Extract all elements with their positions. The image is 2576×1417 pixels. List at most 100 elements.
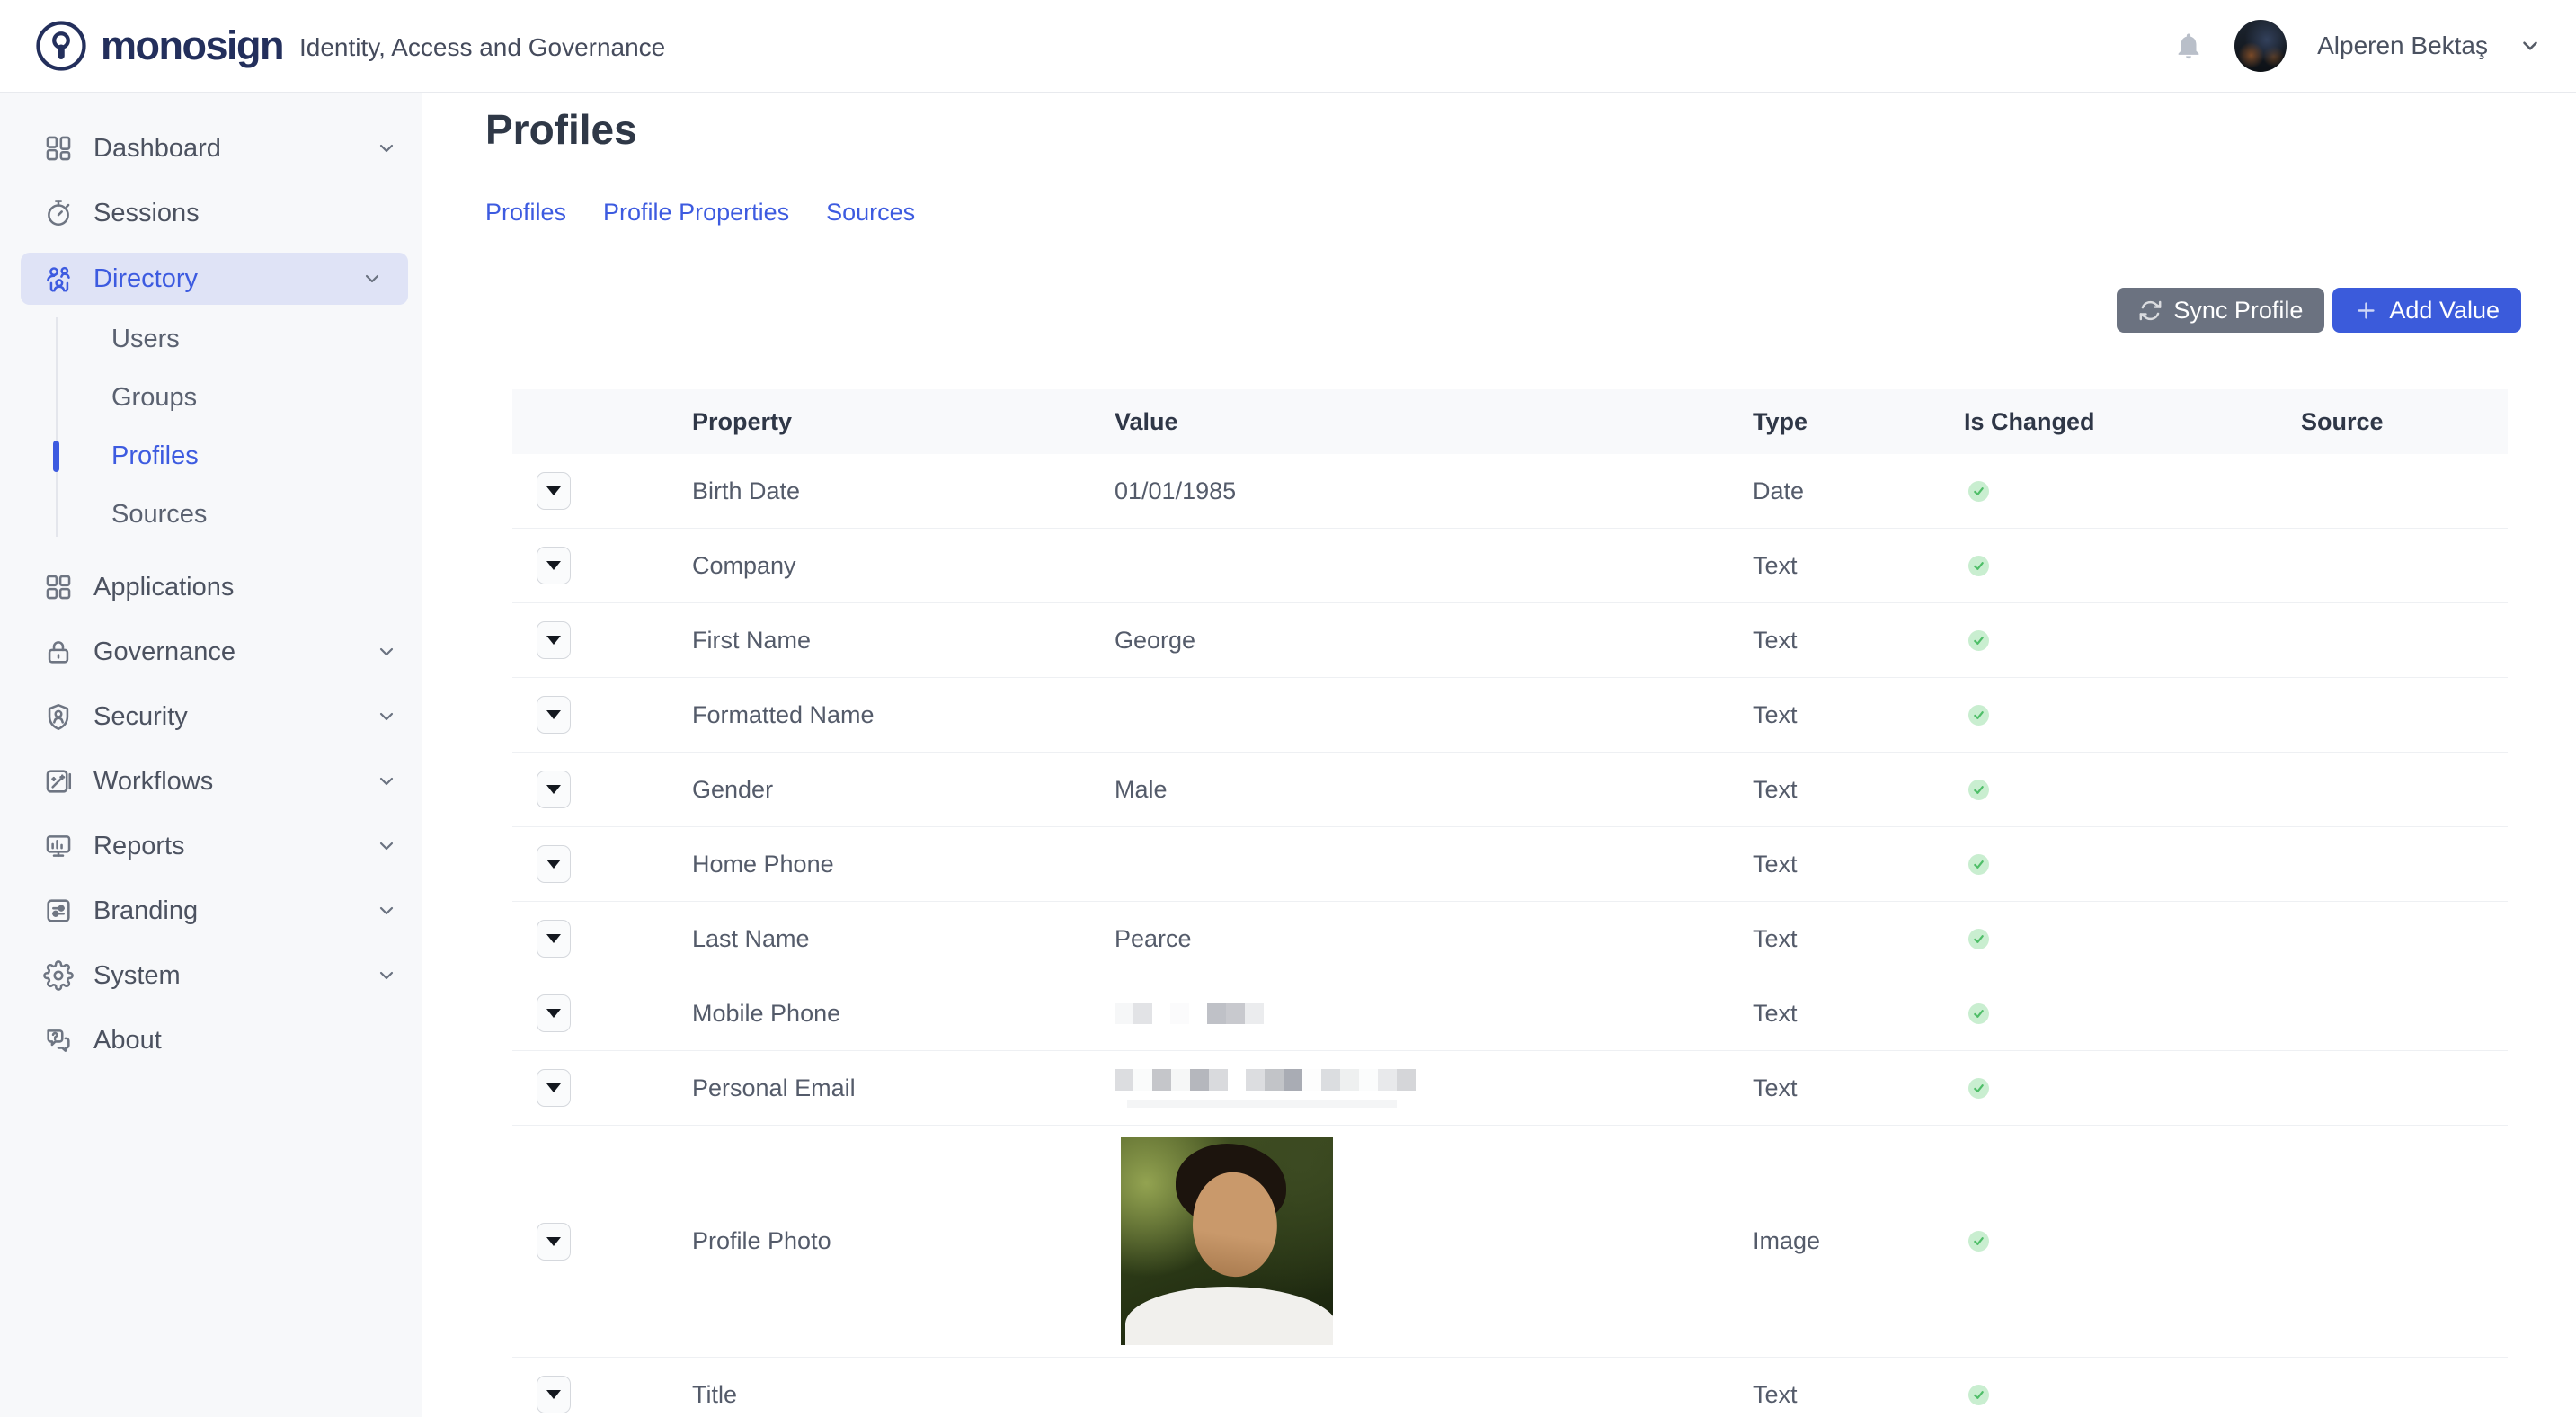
is-changed-cell	[1964, 1003, 2301, 1024]
is-changed-cell	[1964, 556, 2301, 576]
sidebar-item-workflows[interactable]: Workflows	[0, 749, 422, 814]
table-header: Property Value Type Is Changed Source	[512, 389, 2508, 454]
user-name[interactable]: Alperen Bektaş	[2317, 31, 2488, 60]
sidebar-item-label: Governance	[93, 637, 235, 667]
profile-properties-table: Property Value Type Is Changed Source Bi…	[512, 389, 2508, 1417]
check-icon	[1968, 1003, 1989, 1024]
row-expand-button[interactable]	[537, 994, 571, 1032]
caret-down-icon	[546, 785, 561, 794]
value-cell	[1115, 1069, 1753, 1108]
caret-down-icon	[546, 1083, 561, 1092]
sidebar-item-users[interactable]: Users	[0, 310, 422, 369]
sidebar-item-applications[interactable]: Applications	[0, 555, 422, 619]
sidebar-item-reports[interactable]: Reports	[0, 814, 422, 878]
caret-down-icon	[546, 486, 561, 495]
chevron-down-icon	[376, 771, 397, 792]
property-cell: Personal Email	[692, 1074, 1115, 1102]
topbar: monosign Identity, Access and Governance…	[0, 0, 2576, 93]
sidebar-item-groups[interactable]: Groups	[0, 369, 422, 427]
is-changed-cell	[1964, 630, 2301, 651]
value-cell: 01/01/1985	[1115, 477, 1753, 505]
sidebar-item-dashboard[interactable]: Dashboard	[0, 116, 422, 181]
chevron-down-icon	[376, 641, 397, 663]
row-expand-button[interactable]	[537, 920, 571, 958]
row-expand-button[interactable]	[537, 472, 571, 510]
sync-icon	[2138, 299, 2163, 323]
tab-bar: Profiles Profile Properties Sources	[485, 199, 2521, 254]
type-cell: Text	[1753, 627, 1964, 655]
user-avatar[interactable]	[2234, 20, 2287, 72]
sub-item-label: Profiles	[111, 441, 199, 471]
profile-photo	[1121, 1137, 1333, 1345]
row-expand-button[interactable]	[537, 1376, 571, 1413]
check-icon	[1968, 556, 1989, 576]
sidebar-item-governance[interactable]: Governance	[0, 619, 422, 684]
header-source: Source	[2301, 408, 2508, 436]
sidebar-item-directory[interactable]: Directory	[21, 253, 408, 305]
type-cell: Date	[1753, 477, 1964, 505]
brand-name: monosign	[101, 22, 283, 69]
table-row: Mobile Phone Text	[512, 976, 2508, 1051]
app-grid-icon	[43, 572, 74, 602]
sidebar-item-security[interactable]: Security	[0, 684, 422, 749]
tab-profile-properties[interactable]: Profile Properties	[603, 199, 789, 227]
table-row: Last Name Pearce Text	[512, 902, 2508, 976]
check-icon	[1968, 854, 1989, 875]
sidebar-item-label: Reports	[93, 832, 185, 861]
table-row: Formatted Name Text	[512, 678, 2508, 753]
users-group-icon	[43, 263, 74, 294]
notifications-bell-icon[interactable]	[2173, 29, 2204, 63]
row-expand-button[interactable]	[537, 771, 571, 808]
property-cell: First Name	[692, 627, 1115, 655]
tab-sources[interactable]: Sources	[826, 199, 915, 227]
directory-submenu: Users Groups Profiles Sources	[0, 310, 422, 544]
chevron-down-icon	[376, 900, 397, 922]
row-expand-button[interactable]	[537, 696, 571, 734]
sidebar-item-label: Security	[93, 702, 188, 732]
redacted-value	[1115, 1003, 1264, 1024]
table-row: First Name George Text	[512, 603, 2508, 678]
property-cell: Last Name	[692, 925, 1115, 953]
value-cell: Pearce	[1115, 925, 1753, 953]
sidebar-item-sessions[interactable]: Sessions	[0, 181, 422, 245]
redacted-value	[1115, 1069, 1416, 1091]
value-cell	[1115, 1137, 1753, 1345]
tab-profiles[interactable]: Profiles	[485, 199, 566, 227]
sidebar-item-about[interactable]: About	[0, 1008, 422, 1073]
sidebar-item-label: Directory	[93, 264, 198, 294]
sidebar-item-system[interactable]: System	[0, 943, 422, 1008]
sidebar-item-label: Workflows	[93, 767, 213, 797]
gear-icon	[43, 960, 74, 991]
row-expand-button[interactable]	[537, 621, 571, 659]
sync-profile-label: Sync Profile	[2173, 297, 2303, 325]
sidebar-item-profiles[interactable]: Profiles	[0, 427, 422, 486]
shield-user-icon	[43, 701, 74, 732]
caret-down-icon	[546, 636, 561, 645]
table-row: Gender Male Text	[512, 753, 2508, 827]
action-bar: Sync Profile Add Value	[485, 288, 2521, 333]
page-title: Profiles	[485, 103, 2521, 156]
type-cell: Text	[1753, 1000, 1964, 1028]
type-cell: Text	[1753, 701, 1964, 729]
check-icon	[1968, 1385, 1989, 1405]
header-type: Type	[1753, 408, 1964, 436]
sidebar-item-branding[interactable]: Branding	[0, 878, 422, 943]
row-expand-button[interactable]	[537, 1069, 571, 1107]
header-value: Value	[1115, 408, 1753, 436]
brand-tagline: Identity, Access and Governance	[299, 33, 665, 62]
value-cell: George	[1115, 627, 1753, 655]
row-expand-button[interactable]	[537, 547, 571, 584]
user-menu-chevron-down-icon[interactable]	[2518, 34, 2542, 58]
type-cell: Text	[1753, 851, 1964, 878]
caret-down-icon	[546, 1009, 561, 1018]
row-expand-button[interactable]	[537, 1223, 571, 1261]
sliders-icon	[43, 896, 74, 926]
sidebar-item-sources[interactable]: Sources	[0, 486, 422, 544]
sync-profile-button[interactable]: Sync Profile	[2117, 288, 2324, 333]
check-icon	[1968, 929, 1989, 949]
row-expand-button[interactable]	[537, 845, 571, 883]
is-changed-cell	[1964, 705, 2301, 726]
add-value-button[interactable]: Add Value	[2332, 288, 2521, 333]
is-changed-cell	[1964, 481, 2301, 502]
table-row: Birth Date 01/01/1985 Date	[512, 454, 2508, 529]
